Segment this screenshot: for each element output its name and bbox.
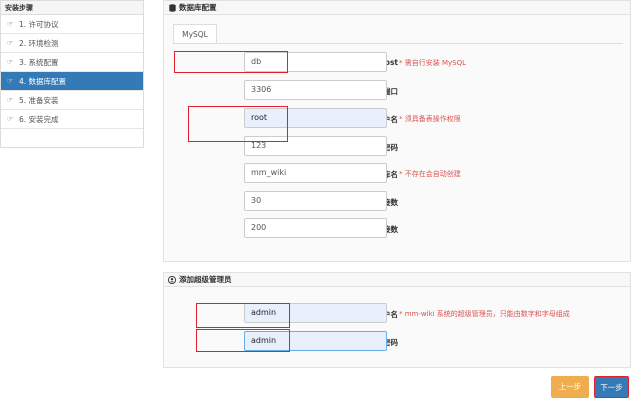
mysql-port-input[interactable]: 3306 — [244, 80, 387, 100]
field-hint: * 须具备表操作权限 — [399, 115, 461, 123]
sidebar-item-label: 5. 准备安装 — [19, 95, 59, 105]
hand-right-icon: ☞ — [7, 114, 14, 123]
tab-divider — [173, 43, 623, 44]
highlight-box-admin-user — [196, 303, 290, 328]
sidebar-item-label: 4. 数据库配置 — [19, 76, 67, 86]
sidebar-item-system-config[interactable]: ☞ 3. 系统配置 — [1, 53, 143, 72]
max-conn-input[interactable]: 200 — [244, 218, 387, 238]
prev-step-button[interactable]: 上一步 — [551, 376, 589, 398]
panel-header: 数据库配置 — [164, 1, 630, 15]
field-row-max-conn: *最大连接数 200 — [164, 218, 630, 240]
field-hint: * mm-wiki 系统的超级管理员，只能由数字和字母组成 — [399, 310, 570, 318]
field-row-dbname: *数据库名 mm_wiki * 不存在会自动创建 — [164, 163, 630, 185]
max-idle-conn-input[interactable]: 30 — [244, 191, 387, 211]
sidebar-item-label: 1. 许可协议 — [19, 19, 59, 29]
sidebar-item-env-check[interactable]: ☞ 2. 环境检测 — [1, 34, 143, 53]
sidebar-item-install-complete[interactable]: ☞ 6. 安装完成 — [1, 110, 143, 129]
field-hint: * 需自行安装 MySQL — [399, 59, 466, 67]
hand-right-icon: ☞ — [7, 76, 14, 85]
tab-mysql[interactable]: MySQL — [173, 24, 217, 44]
next-step-button[interactable]: 下一步 — [594, 376, 629, 398]
highlight-box-username — [188, 106, 288, 142]
db-name-input[interactable]: mm_wiki — [244, 163, 387, 183]
hand-right-icon: ☞ — [7, 57, 14, 66]
field-row-max-idle: *最大空闲连接数 30 — [164, 191, 630, 213]
sidebar-item-label: 3. 系统配置 — [19, 57, 59, 67]
sidebar-item-label: 6. 安装完成 — [19, 114, 59, 124]
sidebar-item-prepare-install[interactable]: ☞ 5. 准备安装 — [1, 91, 143, 110]
hand-right-icon: ☞ — [7, 95, 14, 104]
highlight-box-host — [174, 51, 288, 73]
panel-title: 数据库配置 — [179, 2, 217, 12]
field-row-port: *MySQL 端口 3306 — [164, 80, 630, 102]
database-icon — [168, 3, 176, 12]
panel-title: 添加超级管理员 — [179, 274, 232, 284]
user-icon — [168, 275, 176, 284]
panel-header: 添加超级管理员 — [164, 273, 630, 287]
sidebar-item-license[interactable]: ☞ 1. 许可协议 — [1, 15, 143, 34]
field-hint: * 不存在会自动创建 — [399, 170, 461, 178]
sidebar-item-label: 2. 环境检测 — [19, 38, 59, 48]
sidebar-item-db-config[interactable]: ☞ 4. 数据库配置 — [1, 72, 143, 91]
highlight-box-admin-pass — [196, 329, 290, 352]
hand-right-icon: ☞ — [7, 38, 14, 47]
sidebar-title: 安装步骤 — [1, 1, 143, 15]
install-steps-sidebar: 安装步骤 ☞ 1. 许可协议 ☞ 2. 环境检测 ☞ 3. 系统配置 ☞ 4. … — [0, 0, 144, 148]
hand-right-icon: ☞ — [7, 19, 14, 28]
